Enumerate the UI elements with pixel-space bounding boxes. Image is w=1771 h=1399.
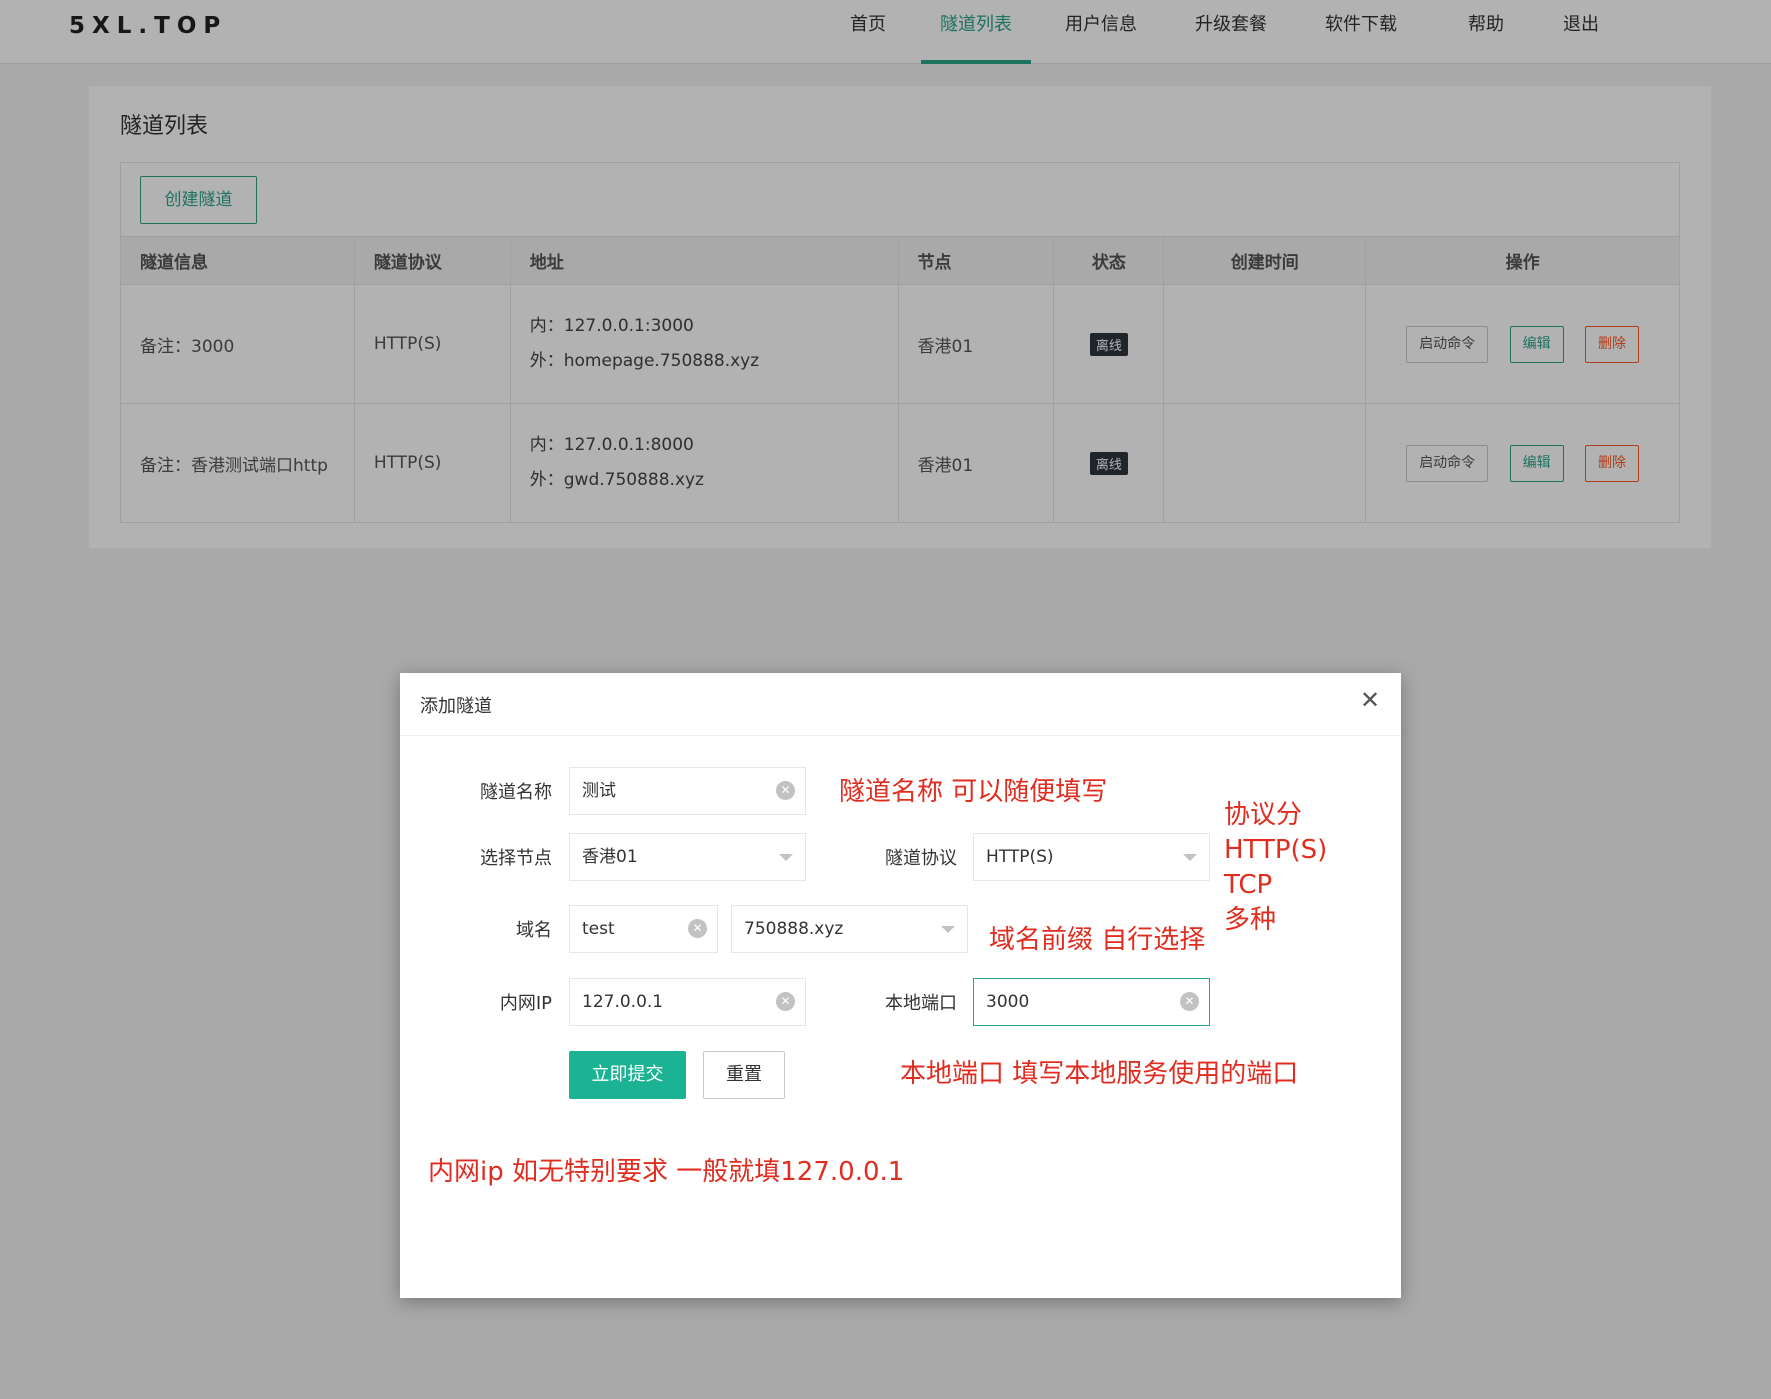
chevron-down-icon [1183, 854, 1197, 861]
node-select[interactable]: 香港01 [569, 833, 806, 881]
protocol-select[interactable]: HTTP(S) [973, 833, 1210, 881]
annotation-protocol: 协议分 HTTP(S) TCP 多种 [1224, 800, 1328, 935]
node-select-label: 选择节点 [480, 848, 552, 869]
domain-prefix-value: test [582, 919, 615, 939]
internal-ip-input[interactable]: 127.0.0.1 ✕ [569, 978, 806, 1026]
annotation-domain: 域名前缀 自行选择 [989, 925, 1206, 955]
internal-ip-value: 127.0.0.1 [582, 992, 664, 1012]
node-select-value: 香港01 [582, 847, 638, 867]
clear-icon[interactable]: ✕ [1180, 992, 1199, 1011]
clear-icon[interactable]: ✕ [776, 992, 795, 1011]
close-icon[interactable]: ✕ [1357, 687, 1383, 713]
tunnel-name-value: 测试 [582, 781, 616, 801]
clear-icon[interactable]: ✕ [776, 781, 795, 800]
tunnel-name-input[interactable]: 测试 ✕ [569, 767, 806, 815]
domain-suffix-value: 750888.xyz [744, 919, 844, 939]
add-tunnel-modal: 添加隧道 ✕ 隧道名称 测试 ✕ 选择节点 香港01 隧道协议 HTTP(S) … [400, 673, 1401, 1298]
reset-button[interactable]: 重置 [703, 1051, 785, 1099]
annotation-tunnel-name: 隧道名称 可以随便填写 [839, 777, 1108, 807]
chevron-down-icon [779, 854, 793, 861]
domain-label: 域名 [516, 920, 552, 941]
local-port-input[interactable]: 3000 ✕ [973, 978, 1210, 1026]
internal-ip-label: 内网IP [499, 993, 552, 1014]
local-port-value: 3000 [986, 992, 1030, 1012]
submit-button[interactable]: 立即提交 [569, 1051, 686, 1099]
local-port-label: 本地端口 [885, 993, 957, 1014]
chevron-down-icon [941, 926, 955, 933]
annotation-local-port: 本地端口 填写本地服务使用的端口 [900, 1059, 1299, 1089]
modal-header: 添加隧道 ✕ [400, 673, 1401, 736]
tunnel-name-label: 隧道名称 [480, 782, 552, 803]
clear-icon[interactable]: ✕ [688, 919, 707, 938]
domain-suffix-select[interactable]: 750888.xyz [731, 905, 968, 953]
protocol-select-value: HTTP(S) [986, 847, 1054, 867]
domain-prefix-input[interactable]: test ✕ [569, 905, 718, 953]
modal-title: 添加隧道 [420, 696, 492, 717]
annotation-internal-ip: 内网ip 如无特别要求 一般就填127.0.0.1 [428, 1157, 905, 1187]
protocol-select-label: 隧道协议 [885, 848, 957, 869]
